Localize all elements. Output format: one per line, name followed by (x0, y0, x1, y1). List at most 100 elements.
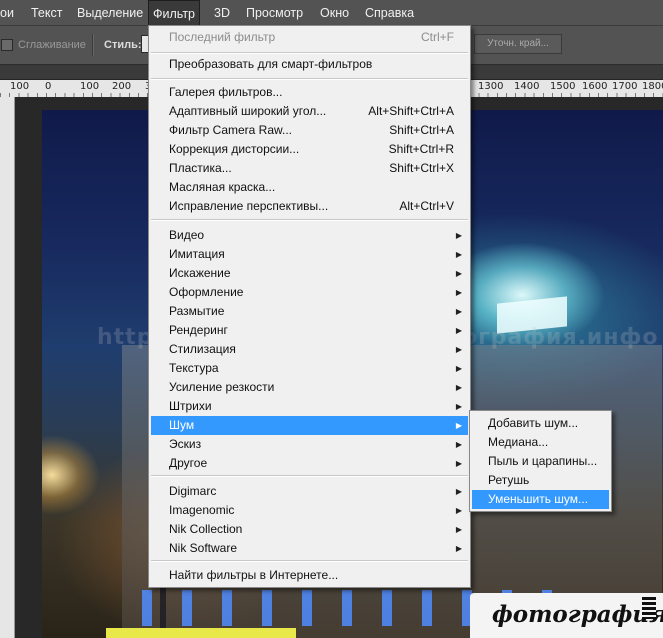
menu-item-nik-software[interactable]: Nik Software ▶ (151, 539, 468, 558)
ruler-label: 1300 (478, 81, 504, 92)
menu-item-digimarc[interactable]: Digimarc ▶ (151, 482, 468, 501)
ruler-label: 100 (10, 81, 30, 92)
menu-text[interactable]: Текст (31, 0, 62, 25)
menu-item-stylize[interactable]: Стилизация ▶ (151, 340, 468, 359)
menu-separator (151, 475, 468, 477)
menu-item-texture[interactable]: Текстура ▶ (151, 359, 468, 378)
menu-item-label: Nik Software (169, 541, 238, 555)
menu-item-oil-paint[interactable]: Масляная краска... (151, 178, 468, 197)
menu-item-sharpen[interactable]: Усиление резкости ▶ (151, 378, 468, 397)
menu-item-noise[interactable]: Шум ▶ (151, 416, 468, 435)
menu-item-shortcut: Shift+Ctrl+A (389, 123, 454, 137)
noise-submenu: Добавить шум... Медиана... Пыль и царапи… (469, 410, 612, 512)
submenu-item-add-noise[interactable]: Добавить шум... (472, 414, 609, 433)
submenu-item-reduce-noise[interactable]: Уменьшить шум... (472, 490, 609, 509)
menu-item-convert-smart-filters[interactable]: Преобразовать для смарт-фильтров (151, 55, 468, 74)
menu-item-vanishing-point[interactable]: Исправление перспективы... Alt+Ctrl+V (151, 197, 468, 216)
menu-item-label: Nik Collection (169, 522, 243, 536)
ruler-label: 1600 (582, 81, 608, 92)
menu-item-filter-gallery[interactable]: Галерея фильтров... (151, 83, 468, 102)
menu-item-distort[interactable]: Искажение ▶ (151, 264, 468, 283)
submenu-arrow-icon: ▶ (455, 506, 462, 515)
menu-item-shortcut: Alt+Shift+Ctrl+A (368, 104, 454, 118)
menu-item-label: Адаптивный широкий угол... (169, 104, 327, 118)
film-strip-icon (642, 597, 656, 619)
menu-item-label: Усиление резкости (169, 380, 275, 394)
menu-filter[interactable]: Фильтр (148, 0, 200, 25)
menu-item-label: Искажение (169, 266, 231, 280)
submenu-arrow-icon: ▶ (455, 288, 462, 297)
submenu-arrow-icon: ▶ (455, 525, 462, 534)
menu-item-artistic[interactable]: Имитация ▶ (151, 245, 468, 264)
menu-item-label: Пластика... (169, 161, 232, 175)
menu-item-label: Галерея фильтров... (169, 85, 283, 99)
submenu-item-median[interactable]: Медиана... (472, 433, 609, 452)
menu-item-video[interactable]: Видео ▶ (151, 226, 468, 245)
menu-item-shortcut: Alt+Ctrl+V (399, 199, 454, 213)
menu-item-brush-strokes[interactable]: Штрихи ▶ (151, 397, 468, 416)
menu-item-camera-raw[interactable]: Фильтр Camera Raw... Shift+Ctrl+A (151, 121, 468, 140)
menu-item-label: Imagenomic (169, 503, 235, 517)
menu-item-shortcut: Ctrl+F (421, 30, 454, 44)
menu-item-pixelate[interactable]: Оформление ▶ (151, 283, 468, 302)
menu-item-nik-collection[interactable]: Nik Collection ▶ (151, 520, 468, 539)
menu-item-label: Имитация (169, 247, 225, 261)
menu-item-label: Масляная краска... (169, 180, 276, 194)
menu-item-browse-filters-online[interactable]: Найти фильтры в Интернете... (151, 566, 468, 585)
menu-item-label: Рендеринг (169, 323, 228, 337)
menu-item-label: Стилизация (169, 342, 236, 356)
submenu-arrow-icon: ▶ (455, 307, 462, 316)
menu-separator (151, 78, 468, 80)
vertical-ruler (0, 97, 15, 638)
ruler-label: 1400 (514, 81, 540, 92)
menu-item-liquify[interactable]: Пластика... Shift+Ctrl+X (151, 159, 468, 178)
submenu-arrow-icon: ▶ (455, 345, 462, 354)
menu-item-blur[interactable]: Размытие ▶ (151, 302, 468, 321)
submenu-arrow-icon: ▶ (455, 402, 462, 411)
submenu-arrow-icon: ▶ (455, 487, 462, 496)
menu-item-label: Медиана... (488, 435, 549, 449)
menu-item-label: Добавить шум... (488, 416, 579, 430)
menu-separator (151, 52, 468, 54)
menu-item-shortcut: Shift+Ctrl+X (389, 161, 454, 175)
submenu-item-despeckle[interactable]: Ретушь (472, 471, 609, 490)
menu-item-label: Размытие (169, 304, 225, 318)
menu-item-imagenomic[interactable]: Imagenomic ▶ (151, 501, 468, 520)
ruler-label: 200 (112, 81, 132, 92)
submenu-arrow-icon: ▶ (455, 440, 462, 449)
submenu-arrow-icon: ▶ (455, 421, 462, 430)
options-divider (92, 34, 94, 56)
submenu-arrow-icon: ▶ (455, 250, 462, 259)
menu-item-lens-correction[interactable]: Коррекция дисторсии... Shift+Ctrl+R (151, 140, 468, 159)
menu-item-label: Ретушь (488, 473, 530, 487)
menu-separator (151, 219, 468, 221)
menu-item-label: Штрихи (169, 399, 212, 413)
menu-item-other[interactable]: Другое ▶ (151, 454, 468, 473)
menu-item-sketch[interactable]: Эскиз ▶ (151, 435, 468, 454)
menu-view[interactable]: Просмотр (246, 0, 303, 25)
menu-item-label: Последний фильтр (169, 30, 276, 44)
menu-window[interactable]: Окно (320, 0, 349, 25)
menu-item-label: Пыль и царапины... (488, 454, 598, 468)
menu-select[interactable]: Выделение (77, 0, 143, 25)
menu-image-partial[interactable]: ои (0, 0, 14, 25)
menu-bar: ои Текст Выделение Фильтр 3D Просмотр Ок… (0, 0, 663, 26)
menu-item-label: Шум (169, 418, 195, 432)
menu-item-label: Фильтр Camera Raw... (169, 123, 293, 137)
submenu-arrow-icon: ▶ (455, 544, 462, 553)
corner-logo: фотография (470, 593, 663, 638)
style-label: Стиль: (104, 39, 142, 51)
submenu-item-dust-scratches[interactable]: Пыль и царапины... (472, 452, 609, 471)
ruler-label: 100 (80, 81, 100, 92)
smoothing-label: Сглаживание (18, 39, 86, 51)
menu-3d[interactable]: 3D (214, 0, 230, 25)
refine-edge-button[interactable]: Уточн. край... (474, 34, 562, 54)
menu-item-last-filter[interactable]: Последний фильтр Ctrl+F (151, 28, 468, 47)
menu-item-adaptive-wide-angle[interactable]: Адаптивный широкий угол... Alt+Shift+Ctr… (151, 102, 468, 121)
menu-item-label: Оформление (169, 285, 244, 299)
menu-help[interactable]: Справка (365, 0, 414, 25)
menu-item-render[interactable]: Рендеринг ▶ (151, 321, 468, 340)
smoothing-checkbox[interactable] (1, 39, 13, 51)
menu-separator (151, 560, 468, 562)
menu-item-label: Коррекция дисторсии... (169, 142, 300, 156)
